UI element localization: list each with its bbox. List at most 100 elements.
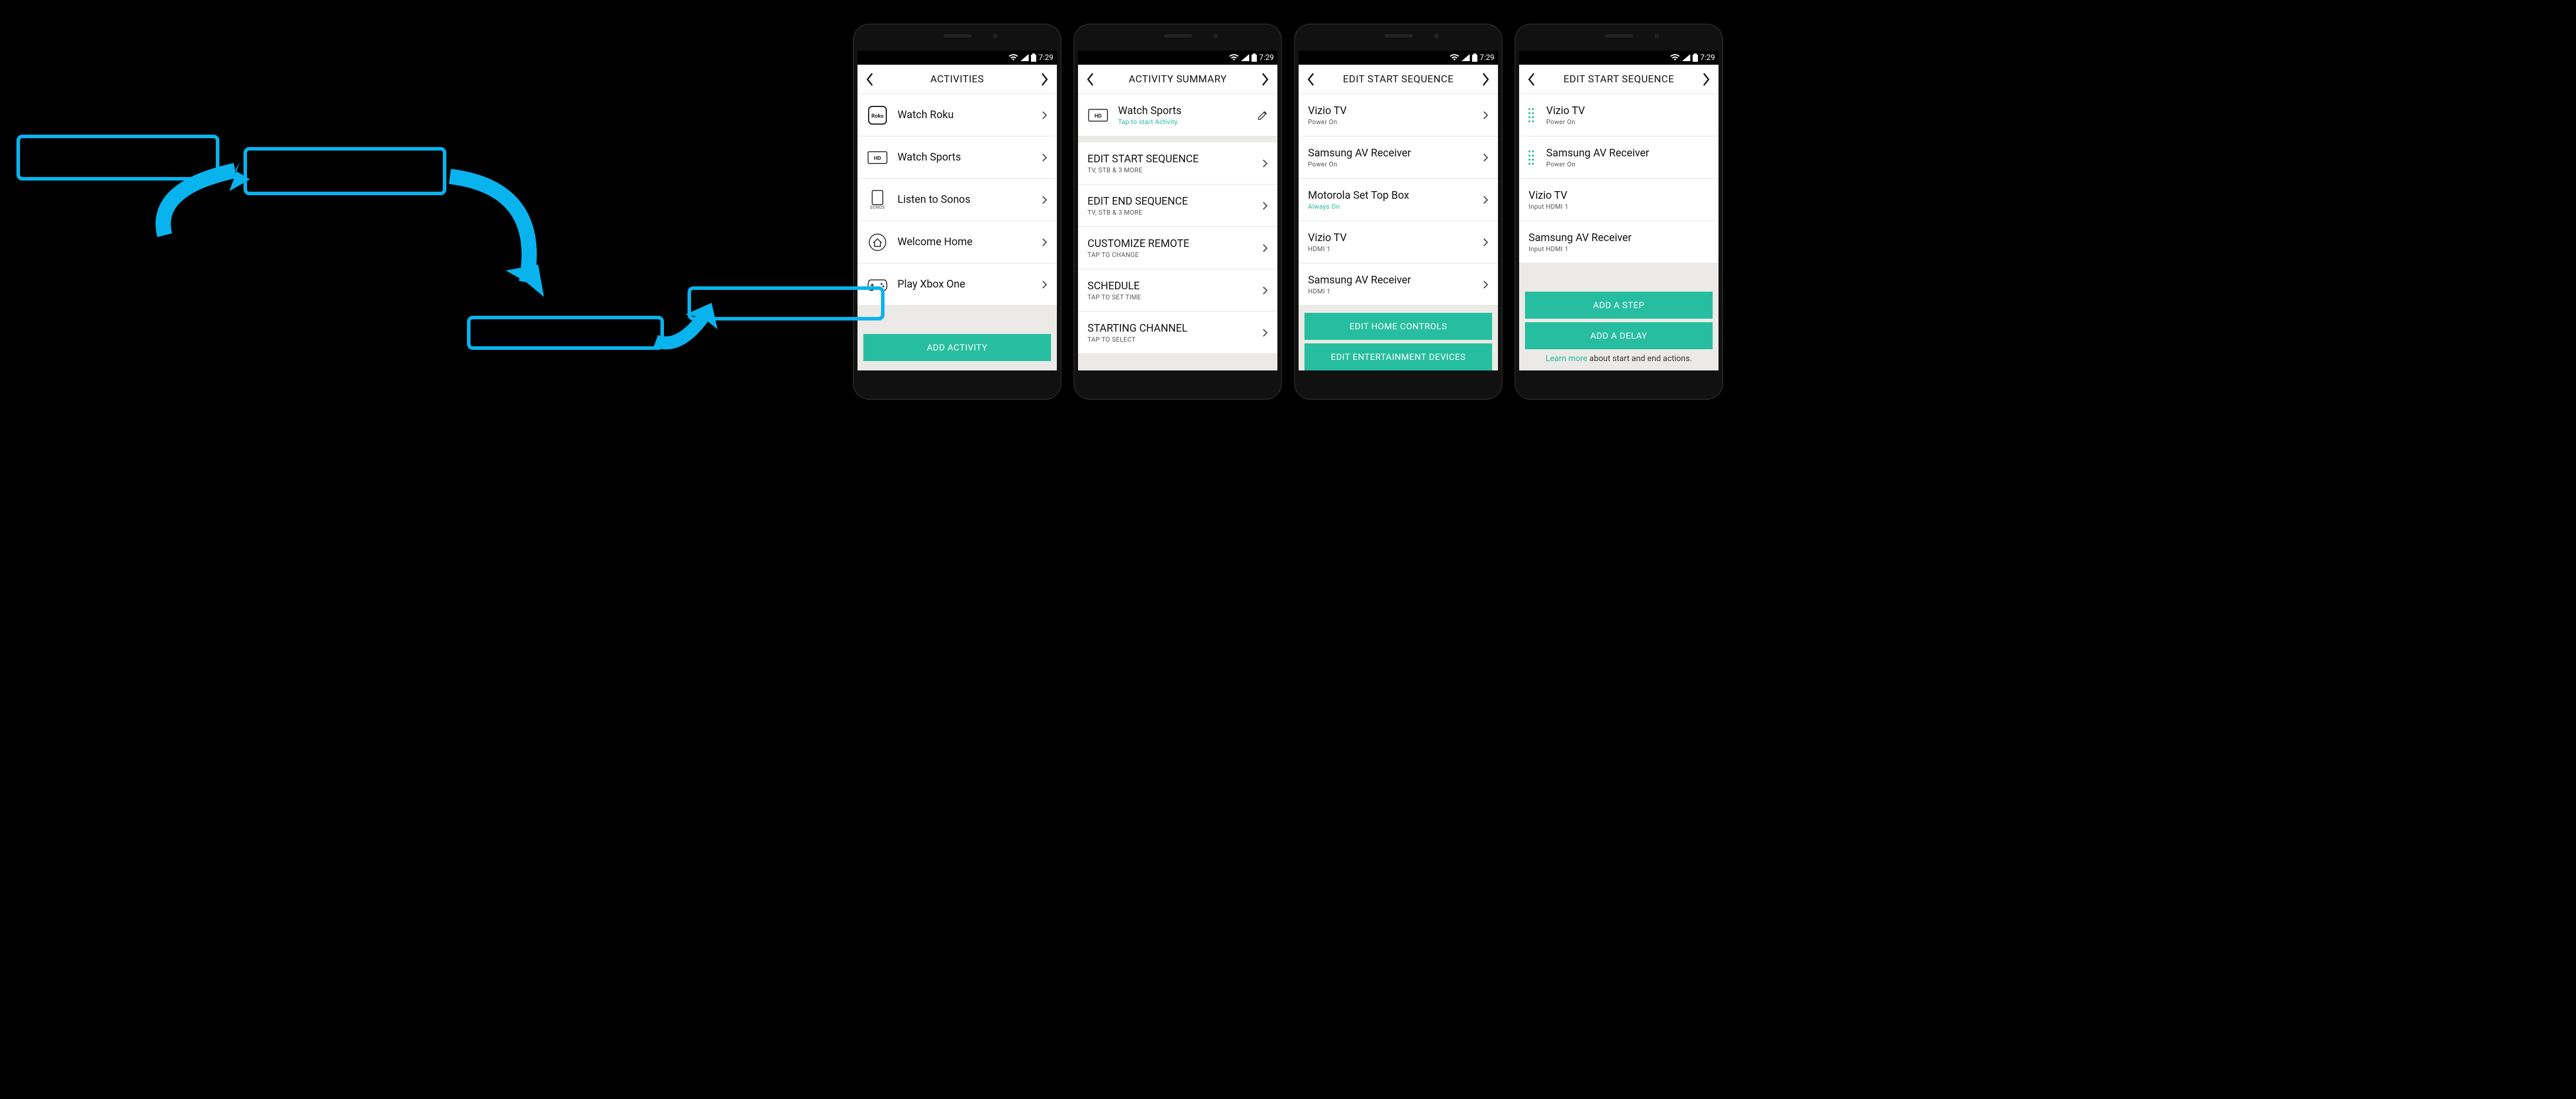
- sequence-step-row[interactable]: Vizio TVHDMI 1: [1299, 221, 1498, 263]
- row-label: Samsung AV Receiver: [1308, 147, 1483, 159]
- chevron-right-icon: [1483, 153, 1489, 162]
- edit-entertainment-devices-button[interactable]: EDIT ENTERTAINMENT DEVICES: [1304, 343, 1492, 370]
- content-area: Vizio TVPower On Samsung AV ReceiverPowe…: [1299, 94, 1498, 370]
- content-area: Vizio TVPower On Samsung AV ReceiverPowe…: [1519, 94, 1719, 370]
- row-subtitle: TAP TO SET TIME: [1087, 293, 1262, 301]
- row-label: Vizio TV: [1546, 105, 1709, 117]
- chevron-right-icon: [1262, 243, 1268, 253]
- row-label: SCHEDULE: [1087, 280, 1262, 292]
- home-icon: [867, 232, 888, 253]
- tutorial-highlight: [467, 316, 664, 350]
- row-label: Motorola Set Top Box: [1308, 189, 1483, 202]
- sequence-step-row[interactable]: Samsung AV Receiver HDMI 1: [1299, 263, 1498, 306]
- row-subtitle: TV, STB & 3 MORE: [1087, 166, 1262, 174]
- forward-button[interactable]: [1040, 72, 1049, 86]
- edit-end-sequence-row[interactable]: EDIT END SEQUENCE TV, STB & 3 MORE: [1078, 185, 1277, 227]
- sequence-step-row[interactable]: Samsung AV ReceiverPower On: [1519, 136, 1719, 179]
- edit-home-controls-button[interactable]: EDIT HOME CONTROLS: [1304, 313, 1492, 340]
- sequence-step-row[interactable]: Samsung AV ReceiverPower On: [1299, 136, 1498, 179]
- status-time: 7:29: [1259, 54, 1274, 62]
- chevron-right-icon: [1483, 111, 1489, 120]
- battery-icon: [1252, 54, 1257, 62]
- learn-more-link[interactable]: Learn more: [1546, 354, 1587, 363]
- sequence-step-row[interactable]: Vizio TVInput HDMI 1: [1519, 179, 1719, 221]
- wifi-icon: [1670, 54, 1680, 61]
- pencil-icon[interactable]: [1257, 110, 1268, 121]
- tutorial-arrow-icon: [147, 159, 265, 253]
- back-button[interactable]: [1307, 72, 1315, 86]
- sonos-icon: SONOS: [867, 189, 888, 211]
- activity-row-sonos[interactable]: SONOS Listen to Sonos: [857, 179, 1057, 221]
- row-subtitle: HDMI 1: [1308, 288, 1483, 295]
- forward-button[interactable]: [1702, 72, 1710, 86]
- row-label: Watch Roku: [897, 109, 1042, 121]
- wifi-icon: [1450, 54, 1459, 61]
- sequence-step-row[interactable]: Motorola Set Top BoxAlways On: [1299, 179, 1498, 221]
- screen: 7:29 EDIT START SEQUENCE Vizio TVPower O…: [1519, 51, 1719, 370]
- tutorial-highlight: [16, 135, 219, 181]
- add-activity-button[interactable]: ADD ACTIVITY: [863, 334, 1051, 361]
- phone-frame: 7:29 EDIT START SEQUENCE Vizio TVPower O…: [1514, 24, 1723, 400]
- sequence-step-row[interactable]: Vizio TVPower On: [1299, 94, 1498, 136]
- drag-handle-icon[interactable]: [1529, 151, 1538, 165]
- battery-icon: [1472, 54, 1477, 62]
- row-subtitle: TAP TO CHANGE: [1087, 251, 1262, 259]
- page-title: ACTIVITY SUMMARY: [1129, 74, 1227, 85]
- row-label: Play Xbox One: [897, 278, 1042, 290]
- status-bar: 7:29: [857, 51, 1057, 65]
- add-step-button[interactable]: ADD A STEP: [1525, 292, 1713, 319]
- status-time: 7:29: [1480, 54, 1494, 62]
- phone-frame: 7:29 EDIT START SEQUENCE Vizio TVPower O…: [1294, 24, 1503, 400]
- chevron-right-icon: [1042, 280, 1047, 289]
- page-title: EDIT START SEQUENCE: [1343, 74, 1453, 85]
- roku-icon: Roku: [867, 105, 888, 126]
- screen: 7:29 ACTIVITY SUMMARY HD Watch Sports Ta…: [1078, 51, 1277, 370]
- content-area: Roku Watch Roku HD Watch Sports SONOS: [857, 94, 1057, 370]
- row-subtitle: TV, STB & 3 MORE: [1087, 209, 1262, 216]
- row-label: Samsung AV Receiver: [1308, 274, 1483, 286]
- forward-button[interactable]: [1481, 72, 1490, 86]
- tutorial-highlight: [243, 147, 446, 195]
- edit-start-sequence-row[interactable]: EDIT START SEQUENCE TV, STB & 3 MORE: [1078, 142, 1277, 185]
- sequence-step-row[interactable]: Vizio TVPower On: [1519, 94, 1719, 136]
- forward-button[interactable]: [1261, 72, 1269, 86]
- customize-remote-row[interactable]: CUSTOMIZE REMOTE TAP TO CHANGE: [1078, 227, 1277, 269]
- screen: 7:29 EDIT START SEQUENCE Vizio TVPower O…: [1299, 51, 1498, 370]
- schedule-row[interactable]: SCHEDULE TAP TO SET TIME: [1078, 269, 1277, 312]
- row-subtitle: TAP TO SELECT: [1087, 336, 1262, 343]
- row-label: Vizio TV: [1308, 232, 1483, 244]
- wifi-icon: [1009, 54, 1018, 61]
- row-label: Vizio TV: [1529, 189, 1709, 202]
- starting-channel-row[interactable]: STARTING CHANNEL TAP TO SELECT: [1078, 312, 1277, 354]
- activity-row-sports[interactable]: HD Watch Sports: [857, 136, 1057, 179]
- page-title: ACTIVITIES: [930, 74, 984, 85]
- back-button[interactable]: [1527, 72, 1536, 86]
- row-label: Samsung AV Receiver: [1546, 147, 1709, 159]
- phone-frame: 7:29 ACTIVITY SUMMARY HD Watch Sports Ta…: [1073, 24, 1282, 400]
- svg-text:HD: HD: [874, 156, 881, 162]
- title-bar: ACTIVITY SUMMARY: [1078, 65, 1277, 94]
- sequence-step-row[interactable]: Samsung AV ReceiverInput HDMI 1: [1519, 221, 1719, 263]
- signal-icon: [1241, 54, 1249, 61]
- row-subtitle: Input HDMI 1: [1529, 245, 1709, 253]
- add-delay-button[interactable]: ADD A DELAY: [1525, 322, 1713, 349]
- learn-more-text: Learn more about start and end actions.: [1525, 353, 1713, 365]
- drag-handle-icon[interactable]: [1529, 108, 1538, 122]
- activity-header-row[interactable]: HD Watch Sports Tap to start Activity: [1078, 94, 1277, 136]
- activity-row-roku[interactable]: Roku Watch Roku: [857, 94, 1057, 136]
- row-label: EDIT START SEQUENCE: [1087, 153, 1262, 165]
- activity-row-xbox[interactable]: Play Xbox One: [857, 263, 1057, 306]
- row-subtitle: Power On: [1546, 118, 1709, 126]
- status-bar: 7:29: [1519, 51, 1719, 65]
- chevron-right-icon: [1262, 328, 1268, 338]
- row-label: Samsung AV Receiver: [1529, 232, 1709, 244]
- svg-text:HD: HD: [1095, 113, 1102, 119]
- back-button[interactable]: [866, 72, 874, 86]
- content-area: HD Watch Sports Tap to start Activity ED…: [1078, 94, 1277, 370]
- chevron-right-icon: [1483, 280, 1489, 289]
- chevron-right-icon: [1042, 153, 1047, 162]
- activity-row-home[interactable]: Welcome Home: [857, 221, 1057, 263]
- hd-icon: HD: [1087, 105, 1109, 126]
- title-bar: EDIT START SEQUENCE: [1299, 65, 1498, 94]
- back-button[interactable]: [1086, 72, 1095, 86]
